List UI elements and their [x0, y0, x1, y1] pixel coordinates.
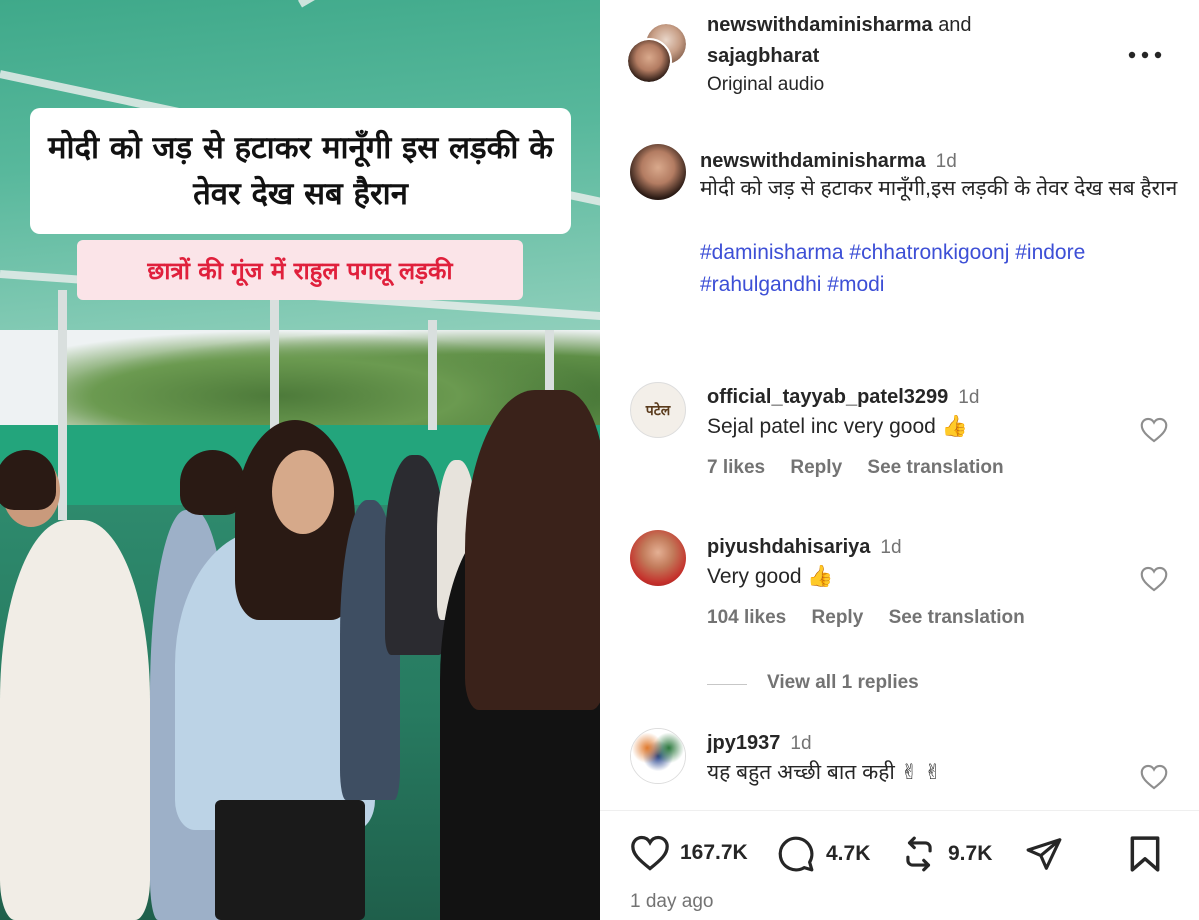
like-button[interactable]: 167.7K: [630, 835, 748, 871]
reel-video[interactable]: मोदी को जड़ से हटाकर मानूँगी इस लड़की के…: [0, 0, 600, 920]
comment-body: jpy1937 1d यह बहुत अच्छी बात कही ✌ ✌: [707, 732, 942, 789]
comment-likes-count[interactable]: 104 likes: [707, 607, 786, 628]
header-username-2[interactable]: sajagbharat: [707, 45, 819, 67]
bookmark-icon: [1130, 836, 1160, 872]
comment-time: 1d: [880, 537, 902, 558]
post-timestamp: 1 day ago: [630, 891, 714, 912]
comment-username[interactable]: newswithdaminisharma: [700, 150, 926, 172]
see-translation-button[interactable]: See translation: [867, 457, 1003, 478]
replies-divider: [707, 684, 747, 685]
hashtag-list: #daminisharma #chhatronkigoonj #indore #…: [700, 237, 1170, 301]
post-panel: newswithdaminisharma and sajagbharat Ori…: [600, 0, 1199, 920]
hashtag-link[interactable]: #modi: [827, 273, 884, 296]
reply-button[interactable]: Reply: [812, 607, 864, 628]
comment-time: 1d: [935, 151, 957, 172]
comment-time: 1d: [790, 733, 812, 754]
person-foreground-hair: [465, 390, 600, 710]
comment-bubble-icon: [778, 836, 814, 872]
audio-label[interactable]: Original audio: [707, 74, 824, 96]
header-username-1[interactable]: newswithdaminisharma: [707, 14, 933, 36]
avatar[interactable]: पटेल: [630, 382, 686, 438]
comment-body: official_tayyab_patel3299 1d Sejal patel …: [707, 386, 1024, 479]
header-and-text: and: [938, 14, 972, 36]
repost-button[interactable]: 9.7K: [900, 835, 992, 873]
comment-button[interactable]: 4.7K: [776, 835, 870, 873]
comment-username[interactable]: official_tayyab_patel3299: [707, 386, 948, 408]
comment-like-heart-icon[interactable]: [1140, 764, 1168, 790]
tent-pole: [270, 300, 279, 440]
send-icon: [1026, 838, 1062, 870]
collab-avatars[interactable]: [626, 22, 690, 86]
comment-text: यह बहुत अच्छी बात कही ✌ ✌: [707, 761, 942, 784]
caption-body: newswithdaminisharma 1d मोदी को जड़ से हट…: [700, 150, 1180, 301]
comment-username[interactable]: jpy1937: [707, 732, 780, 754]
caption-text: मोदी को जड़ से हटाकर मानूँगी,इस लड़की के…: [700, 177, 1178, 200]
reply-button[interactable]: Reply: [790, 457, 842, 478]
comment-text: Very good 👍: [707, 565, 834, 588]
save-button[interactable]: [1128, 835, 1162, 873]
reposts-count: 9.7K: [948, 842, 993, 865]
avatar[interactable]: [630, 144, 686, 200]
hashtag-link[interactable]: #chhatronkigoonj: [849, 241, 1009, 264]
avatar[interactable]: [630, 530, 686, 586]
person-white-dress: [0, 520, 150, 920]
likes-count: 167.7K: [680, 841, 748, 864]
woman-face: [272, 450, 334, 534]
hashtag-link[interactable]: #indore: [1015, 241, 1085, 264]
comment-text: Sejal patel inc very good 👍: [707, 415, 968, 438]
action-bar: 167.7K 4.7K 9.7K 1 day ago: [600, 810, 1199, 920]
person-hair: [0, 450, 56, 510]
comment-body: piyushdahisariya 1d Very good 👍 104 likes…: [707, 536, 1045, 629]
repost-icon: [906, 836, 932, 872]
hashtag-link[interactable]: #rahulgandhi: [700, 273, 821, 296]
avatar-newswithdaminisharma[interactable]: [626, 38, 672, 84]
comment-likes-count[interactable]: 7 likes: [707, 457, 765, 478]
comments-list[interactable]: newswithdaminisharma 1d मोदी को जड़ से हट…: [600, 110, 1199, 810]
comment-meta: 7 likes Reply See translation: [707, 457, 1024, 479]
post-header: newswithdaminisharma and sajagbharat Ori…: [600, 0, 1199, 110]
see-translation-button[interactable]: See translation: [889, 607, 1025, 628]
comment-meta: 104 likes Reply See translation: [707, 607, 1045, 629]
video-caption-main: मोदी को जड़ से हटाकर मानूँगी इस लड़की के…: [30, 108, 571, 234]
hashtag-link[interactable]: #daminisharma: [700, 241, 844, 264]
more-options-button[interactable]: [1128, 36, 1162, 67]
collab-names: newswithdaminisharma and sajagbharat: [707, 10, 972, 72]
tent-pole: [428, 320, 437, 430]
comment-like-heart-icon[interactable]: [1140, 417, 1168, 443]
heart-icon: [631, 835, 669, 871]
comments-count: 4.7K: [826, 842, 871, 865]
more-horizontal-icon: [1128, 51, 1162, 59]
video-caption-sub: छात्रों की गूंज में राहुल पगलू लड़की: [77, 240, 523, 300]
share-button[interactable]: [1024, 835, 1064, 873]
comment-username[interactable]: piyushdahisariya: [707, 536, 870, 558]
person-background: [385, 455, 445, 655]
woman-black-pants: [215, 800, 365, 920]
view-replies-button[interactable]: View all 1 replies: [767, 672, 919, 694]
comment-time: 1d: [958, 387, 980, 408]
comment-like-heart-icon[interactable]: [1140, 566, 1168, 592]
avatar-text: पटेल: [645, 402, 671, 419]
avatar[interactable]: [630, 728, 686, 784]
